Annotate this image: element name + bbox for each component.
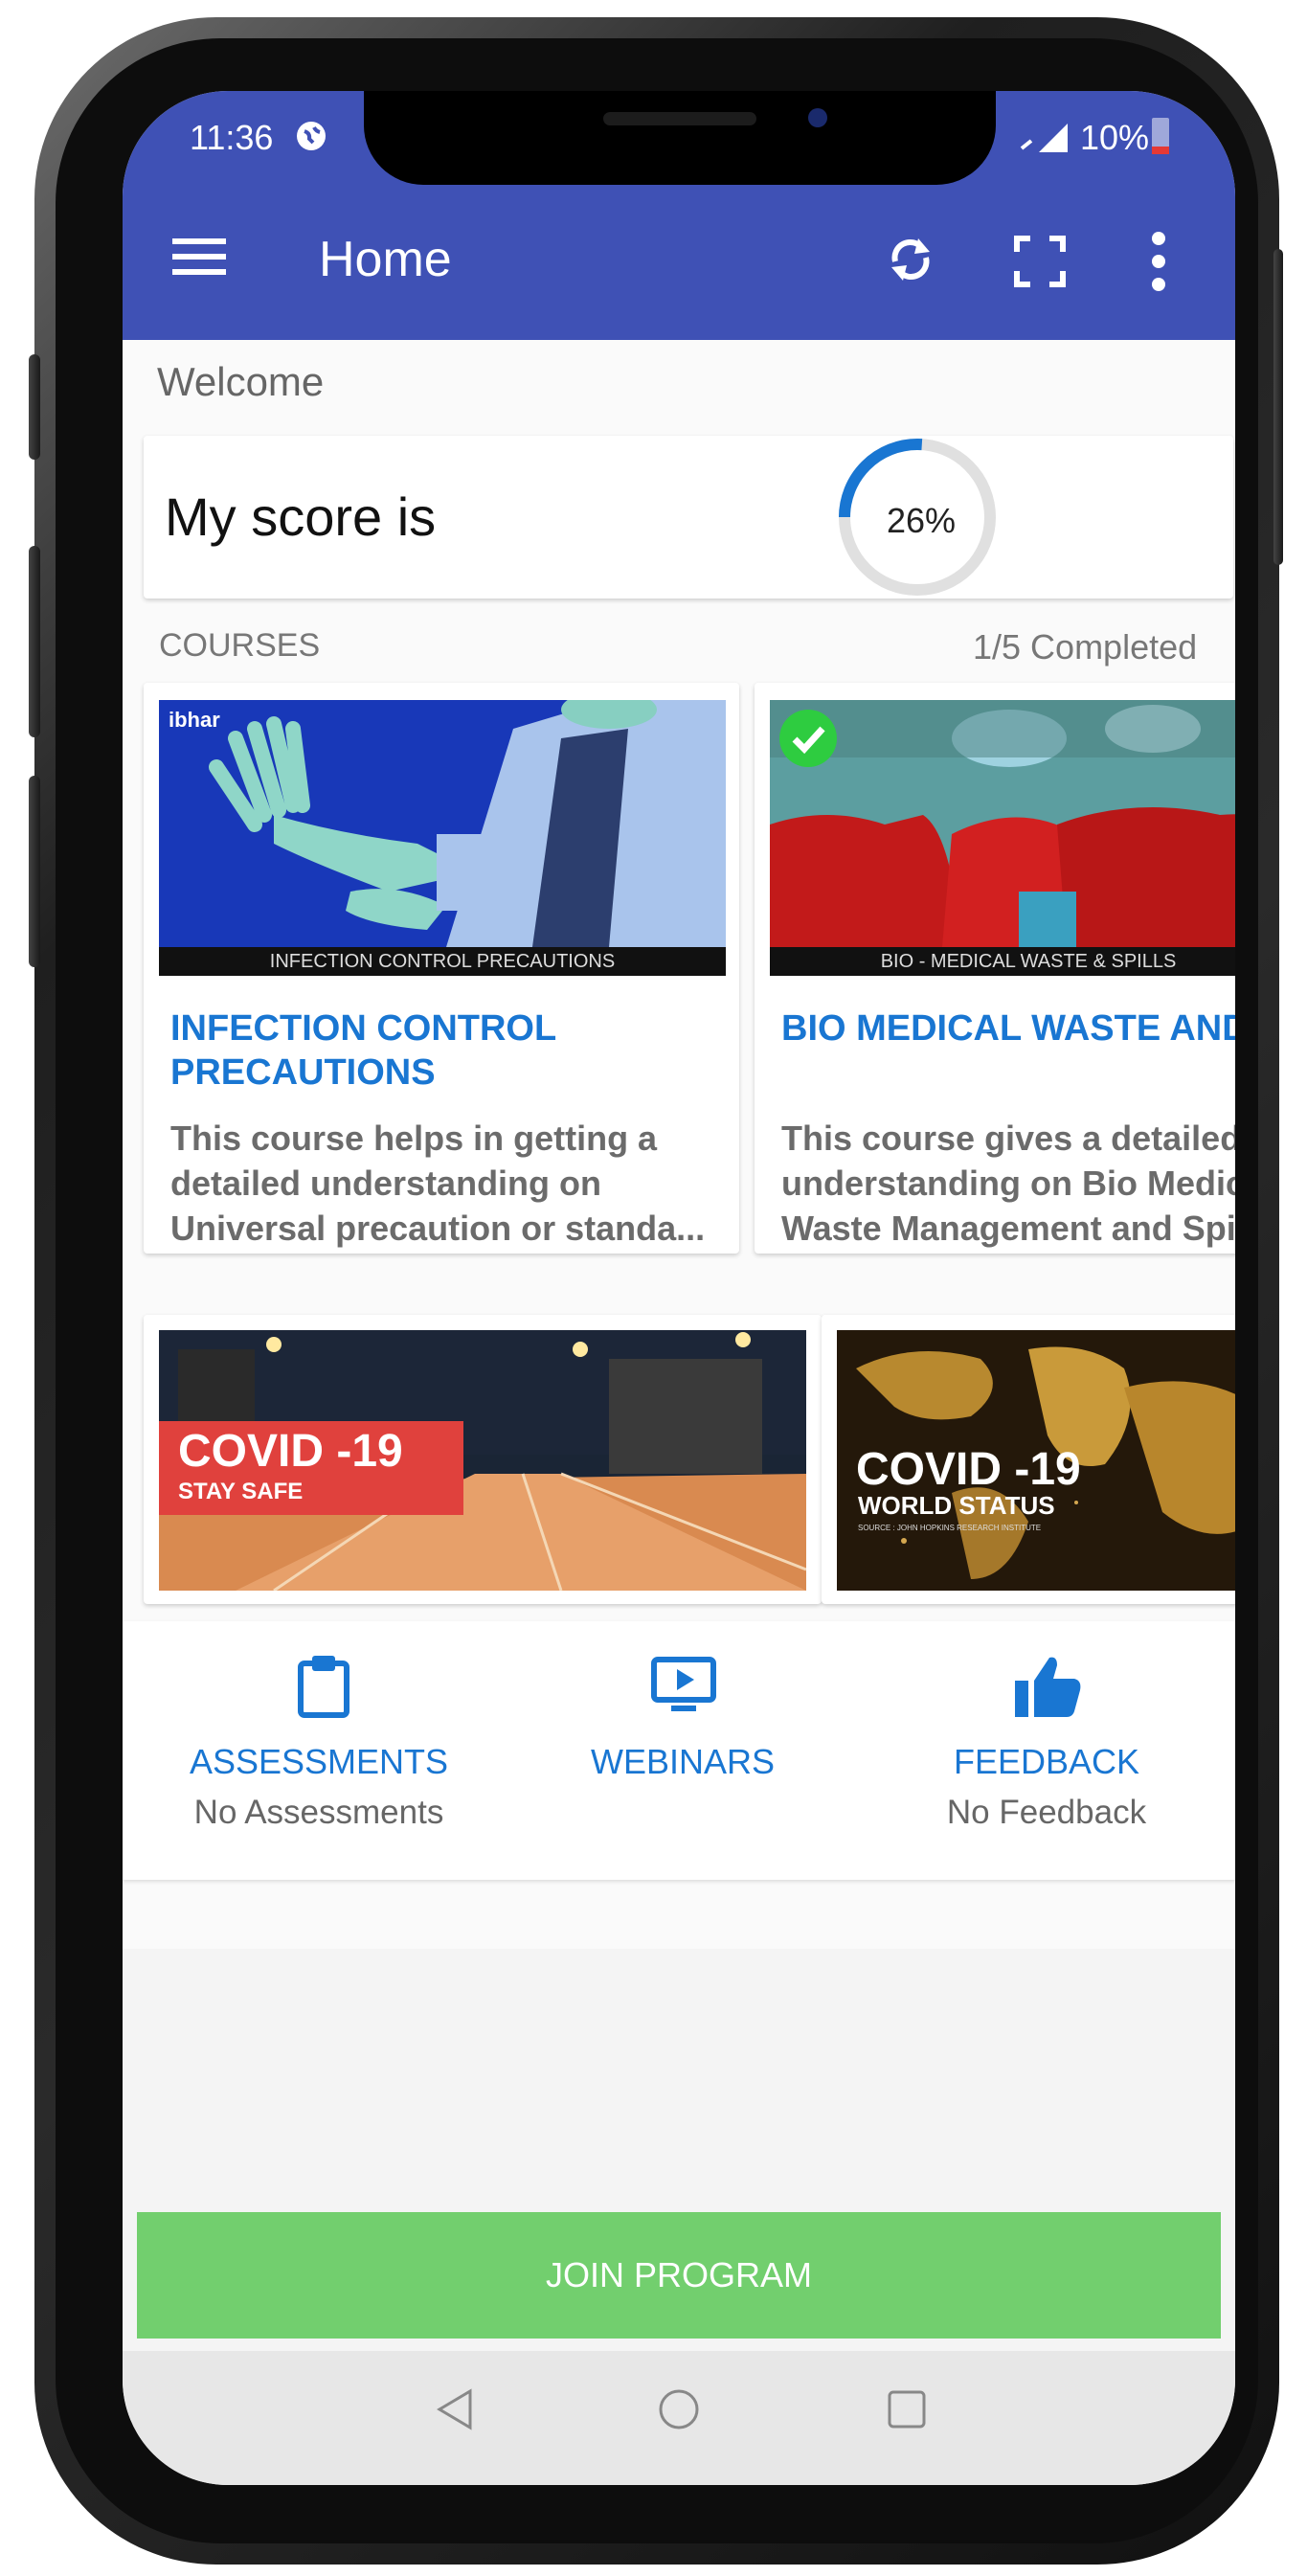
course-caption: BIO - MEDICAL WASTE & SPILLS: [770, 947, 1235, 976]
course-caption: INFECTION CONTROL PRECAUTIONS: [159, 947, 726, 976]
signal-icon: [1020, 124, 1068, 152]
fullscreen-icon[interactable]: [1013, 235, 1067, 288]
course-thumbnail: ibhar: [159, 700, 726, 947]
assessments-tile[interactable]: ASSESSMENTS No Assessments: [161, 1621, 477, 1880]
phone-screen: 11:36 10% Home Welcome My score is 26% C…: [123, 91, 1235, 2485]
battery-icon: [1152, 118, 1169, 154]
home-content: Welcome My score is 26% COURSES 1/5 Comp…: [123, 340, 1235, 1949]
banner-subtitle: STAY SAFE: [178, 1479, 304, 1504]
side-button: [29, 776, 40, 967]
camera-notch: [364, 91, 996, 185]
banner-subtitle: WORLD STATUS: [858, 1491, 1055, 1520]
app-bar-title: Home: [319, 232, 452, 287]
tile-status: No Feedback: [946, 1794, 1147, 1831]
side-button: [29, 546, 40, 737]
course-description: This course helps in getting a detailed …: [170, 1119, 706, 1248]
back-icon[interactable]: [434, 2387, 476, 2431]
side-button: [1273, 249, 1283, 565]
quick-links-panel: ASSESSMENTS No Assessments WEBINARS FEED…: [123, 1621, 1235, 1880]
course-description: This course gives a detailed understandi…: [781, 1119, 1235, 1248]
webinars-tile[interactable]: WEBINARS: [525, 1621, 841, 1880]
course-title[interactable]: INFECTION CONTROL PRECAUTIONS: [170, 1006, 707, 1095]
thumbs-up-icon: [1015, 1657, 1081, 1717]
gloved-hands-illustration: [159, 700, 726, 947]
covid-banner-card[interactable]: COVID -19 WORLD STATUS SOURCE : JOHN HOP…: [822, 1315, 1235, 1604]
stay-safe-tag: COVID -19 STAY SAFE: [159, 1421, 463, 1515]
tile-label: ASSESSMENTS: [189, 1742, 449, 1781]
score-label: My score is: [165, 486, 437, 547]
globe-icon: [297, 122, 326, 150]
course-card[interactable]: BIO - MEDICAL WASTE & SPILLS BIO MEDICAL…: [755, 683, 1235, 1254]
courses-header: COURSES: [159, 627, 321, 664]
courses-completed-count: 1/5 Completed: [973, 627, 1198, 667]
banner-title: COVID -19: [178, 1426, 403, 1477]
medical-waste-bins-illustration: [770, 700, 1235, 947]
feedback-tile[interactable]: FEEDBACK No Feedback: [889, 1621, 1205, 1880]
more-options-icon[interactable]: [1149, 231, 1168, 292]
completed-check-icon: [779, 710, 837, 767]
home-icon[interactable]: [657, 2387, 701, 2431]
covid-stay-safe-image: COVID -19 STAY SAFE: [159, 1330, 806, 1591]
tile-label: FEEDBACK: [953, 1742, 1140, 1781]
side-button: [29, 354, 40, 460]
battery-percent: 10%: [1080, 118, 1150, 157]
course-card[interactable]: ibhar INFECTION CONTROL PRECAUTIONS INFE…: [144, 683, 739, 1254]
covid-banner-card[interactable]: COVID -19 STAY SAFE: [144, 1315, 822, 1604]
menu-icon[interactable]: [172, 237, 226, 277]
course-thumbnail: [770, 700, 1235, 947]
course-title[interactable]: BIO MEDICAL WASTE AND SPILLS: [781, 1006, 1235, 1051]
covid-world-status-image: COVID -19 WORLD STATUS SOURCE : JOHN HOP…: [837, 1330, 1235, 1591]
refresh-icon[interactable]: [884, 233, 937, 286]
banner-title: COVID -19: [856, 1444, 1081, 1495]
score-card: My score is 26%: [144, 436, 1233, 599]
banner-source: SOURCE : JOHN HOPKINS RESEARCH INSTITUTE: [858, 1524, 1042, 1532]
recents-icon[interactable]: [887, 2389, 927, 2429]
course-brand: ibhar: [169, 708, 220, 732]
app-bar: Home: [123, 187, 1235, 340]
welcome-label: Welcome: [157, 359, 325, 404]
clipboard-icon: [298, 1656, 349, 1718]
tile-label: WEBINARS: [590, 1742, 776, 1781]
system-nav-bar: [123, 2351, 1235, 2485]
monitor-play-icon: [651, 1657, 716, 1711]
status-time: 11:36: [190, 118, 274, 157]
score-percent: 26%: [887, 501, 957, 540]
tile-status: No Assessments: [193, 1794, 444, 1831]
join-program-button[interactable]: JOIN PROGRAM: [137, 2212, 1221, 2339]
